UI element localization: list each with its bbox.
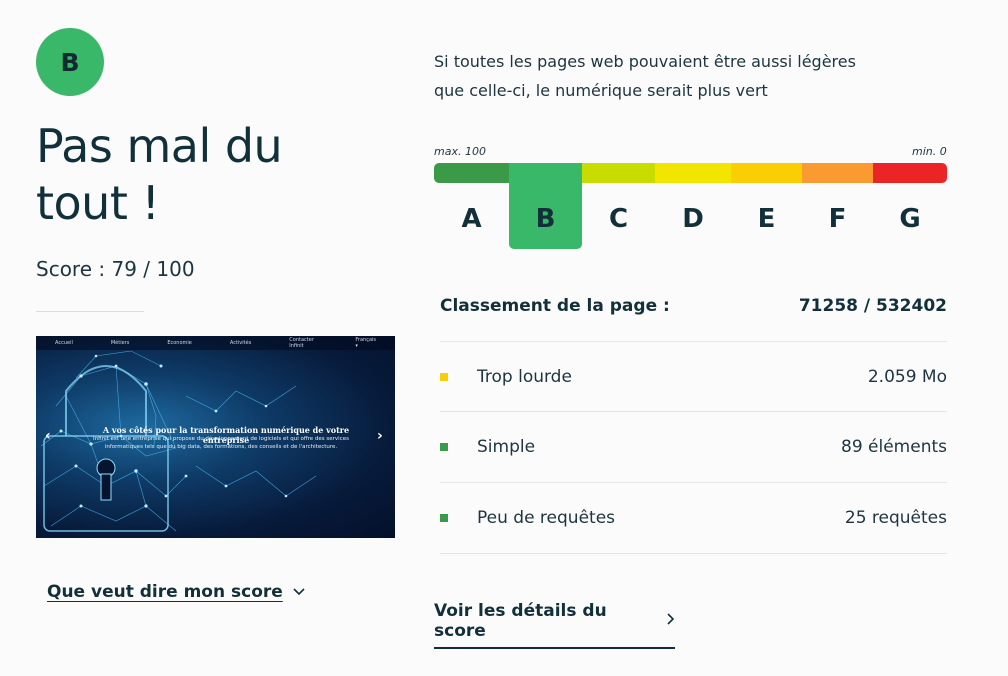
status-indicator bbox=[440, 514, 448, 522]
grade-segment-d bbox=[655, 163, 731, 183]
page-screenshot: Accueil Métiers Economie Activités Conta… bbox=[36, 336, 395, 538]
divider bbox=[440, 341, 947, 342]
score-details-label: Voir les détails du score bbox=[434, 601, 607, 641]
grade-letters: A B C D E F G bbox=[434, 204, 947, 238]
metric-row: Simple 89 éléments bbox=[440, 437, 947, 457]
metric-label: Trop lourde bbox=[477, 367, 572, 387]
grade-segment-g bbox=[873, 163, 947, 183]
grade-letter-g: G bbox=[899, 204, 921, 234]
divider bbox=[36, 311, 144, 312]
score-explanation-toggle[interactable]: Que veut dire mon score bbox=[47, 582, 305, 602]
screenshot-nav-item: Activités bbox=[229, 340, 252, 346]
ranking-value: 71258 / 532402 bbox=[798, 296, 947, 316]
status-indicator bbox=[440, 373, 448, 381]
grade-letter-f: F bbox=[828, 204, 847, 234]
grade-segment-c bbox=[582, 163, 655, 183]
intro-text: Si toutes les pages web pouvaient être a… bbox=[434, 52, 856, 100]
metric-value: 89 éléments bbox=[841, 437, 947, 457]
status-indicator bbox=[440, 443, 448, 451]
screenshot-nav-item: Français ▾ bbox=[355, 337, 376, 349]
divider bbox=[440, 482, 947, 483]
grade-letter-d: D bbox=[682, 204, 704, 234]
grade-letter-e: E bbox=[757, 204, 776, 234]
page-ranking: Classement de la page : 71258 / 532402 bbox=[440, 296, 947, 316]
grade-letter-b: B bbox=[535, 204, 556, 234]
metric-value: 2.059 Mo bbox=[867, 367, 947, 387]
grade-badge: B bbox=[36, 28, 104, 96]
score-details-link[interactable]: Voir les détails du score bbox=[434, 601, 675, 649]
screenshot-nav-item: Accueil bbox=[55, 340, 73, 346]
scale-max-label: max. 100 bbox=[434, 145, 486, 158]
chevron-down-icon bbox=[293, 584, 305, 600]
metric-row: Peu de requêtes 25 requêtes bbox=[440, 508, 947, 528]
screenshot-subtitle: Infinit est une entreprise qui propose d… bbox=[93, 436, 349, 450]
ranking-label: Classement de la page : bbox=[440, 296, 670, 316]
screenshot-nav-item: Economie bbox=[167, 340, 192, 346]
chevron-right-icon: › bbox=[377, 428, 383, 444]
screenshot-navbar: Accueil Métiers Economie Activités Conta… bbox=[36, 336, 395, 350]
scale-min-label: min. 0 bbox=[912, 145, 947, 158]
metric-label: Simple bbox=[477, 437, 536, 457]
verdict-title: Pas mal du tout ! bbox=[36, 119, 283, 230]
score-text: Score : 79 / 100 bbox=[36, 257, 195, 281]
grade-letter-a: A bbox=[461, 204, 482, 234]
screenshot-nav-item: Métiers bbox=[110, 340, 130, 346]
grade-segment-f bbox=[802, 163, 873, 183]
chevron-left-icon: ‹ bbox=[45, 428, 51, 444]
grade-segment-e bbox=[731, 163, 802, 183]
divider bbox=[440, 553, 947, 554]
metric-value: 25 requêtes bbox=[844, 508, 947, 528]
grade-segment-a bbox=[434, 163, 509, 183]
divider bbox=[440, 411, 947, 412]
screenshot-nav-item: Contacter Infinit bbox=[289, 337, 314, 349]
grade-letter-c: C bbox=[608, 204, 629, 234]
score-explanation-label: Que veut dire mon score bbox=[47, 582, 283, 602]
metric-row: Trop lourde 2.059 Mo bbox=[440, 367, 947, 387]
chevron-right-icon bbox=[667, 613, 675, 629]
metric-label: Peu de requêtes bbox=[477, 508, 616, 528]
